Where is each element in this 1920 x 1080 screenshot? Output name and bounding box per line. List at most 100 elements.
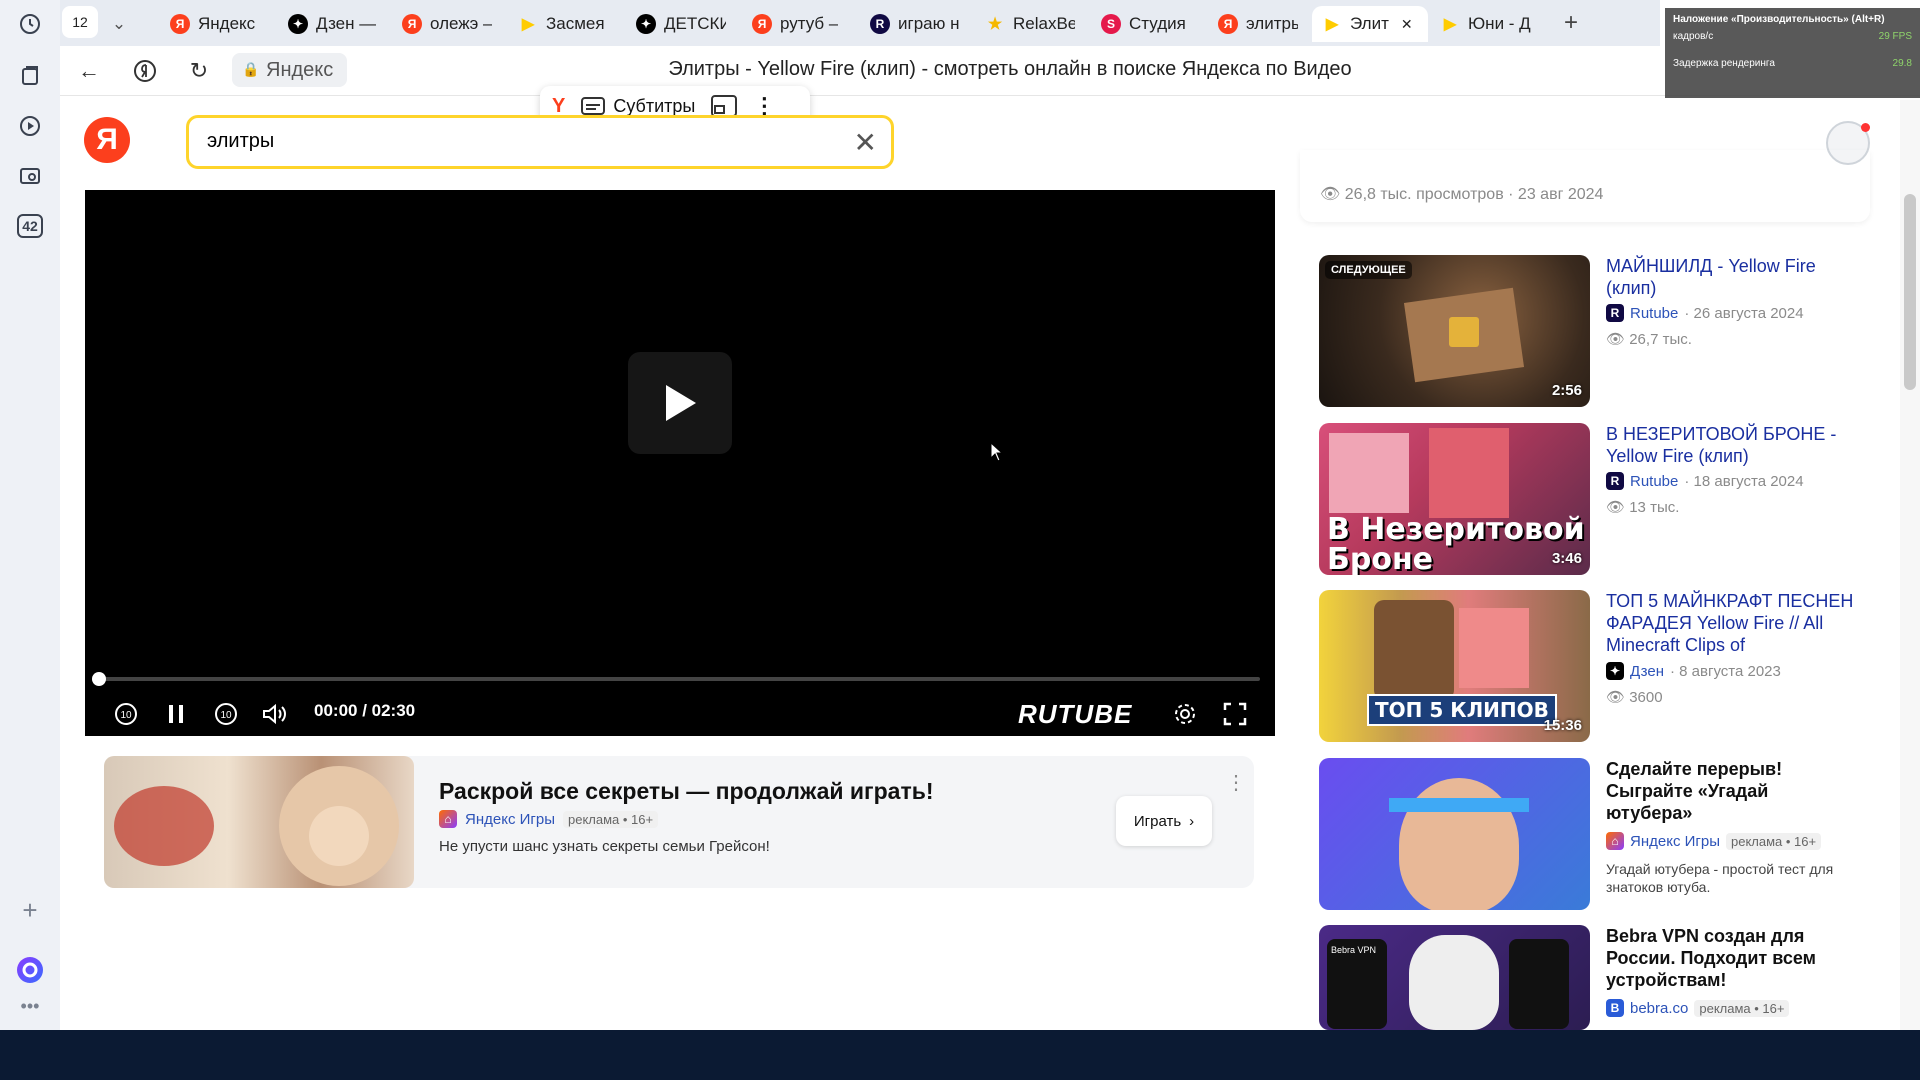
ad-description: Не упусти шанс узнать секреты семьи Грей…	[439, 838, 770, 855]
related-thumb-4[interactable]	[1319, 758, 1590, 910]
browser-tab[interactable]: Я Яндекс	[160, 6, 270, 42]
video-progress-bar[interactable]	[100, 677, 1260, 681]
browser-tab[interactable]: ▶ Засмея	[508, 6, 620, 42]
page-title[interactable]: Элитры - Yellow Fire (клип) - смотреть о…	[360, 58, 1660, 81]
ad-play-button[interactable]: Играть ›	[1116, 796, 1212, 846]
settings-gear-icon[interactable]	[1170, 700, 1200, 728]
site-chip[interactable]: 🔒 Яндекс	[232, 53, 348, 87]
play-icon	[666, 385, 696, 421]
close-tab-icon[interactable]: ✕	[1401, 16, 1413, 33]
perf-line2: Задержка рендеринга	[1673, 58, 1775, 69]
scrollbar-thumb[interactable]	[1904, 194, 1916, 390]
browser-tab[interactable]: Ярутуб –	[742, 6, 854, 42]
related-title-5[interactable]: Bebra VPN создан для России. Подходит вс…	[1606, 925, 1856, 991]
browser-tab[interactable]: ✦ Дзен —	[278, 6, 386, 42]
subtitles-icon	[581, 97, 606, 115]
forward-10-icon[interactable]: 10	[212, 700, 240, 728]
collections-icon[interactable]	[16, 62, 44, 90]
history-icon[interactable]	[16, 10, 44, 38]
perf-title: Наложение «Производительность» (Alt+R)	[1673, 14, 1885, 25]
thumb-caption: Bebra VPN	[1331, 945, 1377, 955]
channel-name[interactable]: Rutube	[1630, 305, 1678, 322]
picture-in-picture-icon[interactable]	[711, 95, 738, 117]
search-input[interactable]	[205, 129, 805, 154]
add-icon[interactable]: +	[16, 895, 44, 925]
video-date: · 18 августа 2024	[1684, 472, 1804, 490]
alice-icon[interactable]	[16, 956, 44, 984]
channel-name[interactable]: Rutube	[1630, 473, 1678, 490]
more-vertical-icon[interactable]: ⋮	[1226, 770, 1246, 795]
next-badge: СЛЕДУЮЩЕЕ	[1325, 261, 1412, 279]
yandex-home-icon[interactable]	[130, 56, 160, 86]
related-title-2[interactable]: В НЕЗЕРИТОВОЙ БРОНЕ - Yellow Fire (клип)	[1606, 423, 1856, 467]
counter-icon[interactable]: 42	[16, 212, 44, 240]
more-icon[interactable]: •••	[16, 992, 44, 1020]
tab-label: Студия	[1129, 14, 1186, 33]
fullscreen-icon[interactable]	[1220, 700, 1250, 728]
browser-tab[interactable]: ★ RelaxBe	[975, 6, 1085, 42]
browser-tab[interactable]: ▶ Элит ✕	[1312, 6, 1428, 42]
related-views-1: 👁 26,7 тыс.	[1606, 330, 1692, 348]
ad-image[interactable]	[104, 756, 414, 888]
views-count: 3600	[1629, 689, 1663, 706]
ad-tag: реклама • 16+	[1694, 999, 1790, 1017]
chevron-right-icon: ›	[1189, 812, 1195, 830]
related-views-2: 👁 13 тыс.	[1606, 498, 1679, 516]
sidebar-badge: 42	[17, 214, 43, 238]
tab-label: Яндекс	[198, 14, 256, 33]
back-icon[interactable]: ←	[74, 56, 104, 86]
video-duration: 2:56	[1551, 382, 1582, 399]
thumb-caption: В Незеритовой Броне	[1327, 512, 1585, 575]
video-date: · 8 августа 2023	[1670, 662, 1781, 680]
browser-tab[interactable]: S Студия	[1091, 6, 1203, 42]
tab-label: Юни - Д	[1468, 14, 1531, 33]
video-play-icon: ▶	[521, 16, 535, 33]
browser-tab[interactable]: ▶ Юни - Д	[1430, 6, 1548, 42]
related-thumb-3[interactable]: ТОП 5 КЛИПОВ 15:36	[1319, 590, 1590, 742]
star-icon: ★	[987, 16, 1003, 33]
tab-counter-button[interactable]: 12	[62, 6, 98, 38]
ad-title[interactable]: Раскрой все секреты — продолжай играть!	[439, 778, 934, 805]
previous-video-meta: 👁 26,8 тыс. просмотров · 23 авг 2024	[1320, 184, 1603, 204]
ad-meta: ⌂ Яндекс Игры реклама • 16+	[439, 810, 659, 828]
views-count: 26,7 тыс.	[1629, 331, 1692, 348]
browser-tab[interactable]: ✦ ДЕТСКИ	[626, 6, 736, 42]
channel-name[interactable]: Яндекс Игры	[1630, 833, 1720, 850]
rewind-10-icon[interactable]: 10	[112, 700, 140, 728]
video-player[interactable]	[85, 190, 1275, 736]
related-thumb-2[interactable]: В Незеритовой Броне 3:46	[1319, 423, 1590, 575]
tabs-dropdown-icon[interactable]: ⌄	[104, 6, 134, 42]
play-button[interactable]	[628, 352, 732, 454]
reload-icon[interactable]: ↻	[184, 56, 214, 86]
eye-icon: 👁	[1606, 499, 1630, 516]
related-title-3[interactable]: ТОП 5 МАЙНКРАФТ ПЕСНЕН ФАРАДЕЯ Yellow Fi…	[1606, 590, 1856, 656]
tab-count: 12	[72, 14, 88, 30]
dzen-icon: ✦	[288, 14, 308, 34]
channel-name[interactable]: Дзен	[1630, 663, 1664, 680]
channel-name[interactable]: bebra.co	[1630, 1000, 1688, 1017]
progress-handle[interactable]	[92, 672, 106, 686]
clear-search-icon[interactable]: ✕	[854, 126, 877, 159]
related-thumb-5[interactable]: Bebra VPN	[1319, 925, 1590, 1030]
related-title-4[interactable]: Сделайте перерыв! Сыграйте «Угадай ютубе…	[1606, 758, 1856, 824]
yandex-logo[interactable]: Я	[84, 117, 130, 163]
browser-tab[interactable]: Rиграю н	[860, 6, 970, 42]
subtitles-button[interactable]: Субтитры	[581, 96, 695, 117]
browser-tab[interactable]: Яолежэ –	[392, 6, 502, 42]
pause-icon[interactable]	[162, 700, 190, 728]
screenshot-icon[interactable]	[16, 162, 44, 190]
video-time: 00:00 / 02:30	[314, 701, 416, 720]
browser-tab[interactable]: Яэлитры	[1208, 6, 1308, 42]
tab-label: олежэ –	[430, 14, 492, 33]
video-play-icon: ▶	[1443, 16, 1457, 33]
new-tab-icon[interactable]: +	[1556, 8, 1586, 38]
related-thumb-1[interactable]: СЛЕДУЮЩЕЕ 2:56	[1319, 255, 1590, 407]
tab-label: Засмея	[546, 14, 605, 33]
rutube-logo[interactable]: RUTUBE	[1018, 699, 1132, 730]
volume-icon[interactable]	[260, 700, 290, 728]
related-title-1[interactable]: МАЙНШИЛД - Yellow Fire (клип)	[1606, 255, 1856, 299]
site-chip-label: Яндекс	[266, 58, 334, 81]
ad-source[interactable]: Яндекс Игры	[465, 811, 555, 828]
yandex-games-icon: ⌂	[1606, 832, 1624, 850]
video-icon[interactable]	[16, 112, 44, 140]
